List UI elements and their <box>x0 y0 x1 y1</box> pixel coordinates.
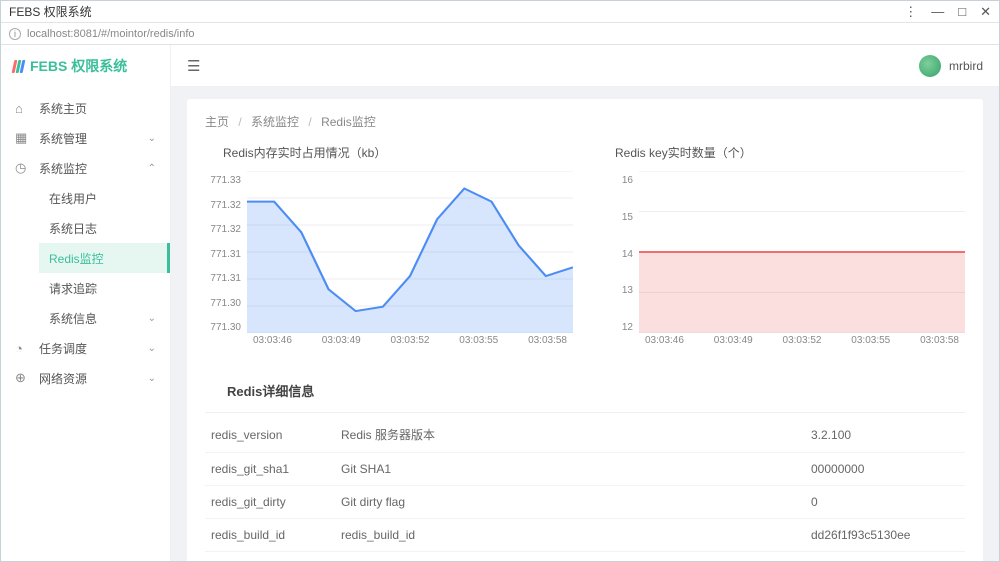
detail-key: redis_version <box>205 417 335 453</box>
menu-system[interactable]: ▦ 系统管理 ⌄ <box>1 123 170 153</box>
window-maximize-icon[interactable]: □ <box>958 4 966 20</box>
info-icon: i <box>9 28 21 40</box>
main-area: ☰ mrbird 主页 / 系统监控 / Redis监控 <box>171 45 999 561</box>
submenu-request-trace[interactable]: 请求追踪 <box>39 273 170 303</box>
menu-monitor[interactable]: ◷ 系统监控 ⌃ <box>1 153 170 183</box>
details-table: redis_version Redis 服务器版本 3.2.100 redis_… <box>205 417 965 561</box>
browser-window: FEBS 权限系统 ⋮ — □ ✕ i localhost:8081/#/moi… <box>0 0 1000 562</box>
charts-row: Redis内存实时占用情况（kb） 771.33771.32771.32771.… <box>205 144 965 351</box>
detail-value: 0 <box>805 486 965 519</box>
chart-memory-xaxis: 03:03:4603:03:4903:03:5203:03:5503:03:58 <box>247 333 573 351</box>
url-text: localhost:8081/#/mointor/redis/info <box>27 28 195 40</box>
chevron-down-icon: ⌄ <box>148 373 156 384</box>
chart-memory: Redis内存实时占用情况（kb） 771.33771.32771.32771.… <box>205 144 573 351</box>
detail-value: 00000000 <box>805 453 965 486</box>
table-row: redis_build_id redis_build_id dd26f1f93c… <box>205 519 965 552</box>
detail-desc: Git dirty flag <box>335 486 805 519</box>
sidebar: FEBS 权限系统 ⌂ 系统主页 ▦ 系统管理 ⌄ ◷ 系统监控 ⌃ <box>1 45 171 561</box>
home-icon: ⌂ <box>15 101 31 116</box>
address-bar[interactable]: i localhost:8081/#/mointor/redis/info <box>1 23 999 45</box>
table-row: redis_mode 运行模式，单机（standalone）或者集群（clust… <box>205 552 965 562</box>
chart-keys-xaxis: 03:03:4603:03:4903:03:5203:03:5503:03:58 <box>639 333 965 351</box>
detail-desc: redis_build_id <box>335 519 805 552</box>
brand-logo[interactable]: FEBS 权限系统 <box>1 45 170 87</box>
grid-icon: ▦ <box>15 130 31 146</box>
detail-value: standalone <box>805 552 965 562</box>
detail-key: redis_mode <box>205 552 335 562</box>
username: mrbird <box>949 59 983 73</box>
submenu-system-info[interactable]: 系统信息⌄ <box>39 303 170 333</box>
chevron-up-icon: ⌃ <box>148 163 156 174</box>
window-titlebar: FEBS 权限系统 ⋮ — □ ✕ <box>1 1 999 23</box>
app-shell: FEBS 权限系统 ⌂ 系统主页 ▦ 系统管理 ⌄ ◷ 系统监控 ⌃ <box>1 45 999 561</box>
content-scroll[interactable]: 主页 / 系统监控 / Redis监控 Redis内存实时占用情况（kb） 77… <box>171 87 999 561</box>
chart-keys-plot: 03:03:4603:03:4903:03:5203:03:5503:03:58 <box>639 171 965 351</box>
submenu-online-users[interactable]: 在线用户 <box>39 183 170 213</box>
details-heading: Redis详细信息 <box>205 371 965 413</box>
chevron-down-icon: ⌄ <box>148 313 156 324</box>
window-minimize-icon[interactable]: — <box>931 4 944 20</box>
menu-network[interactable]: ⊕ 网络资源 ⌄ <box>1 363 170 393</box>
detail-key: redis_build_id <box>205 519 335 552</box>
avatar <box>919 55 941 77</box>
menu-monitor-children: 在线用户 系统日志 Redis监控 请求追踪 系统信息⌄ <box>1 183 170 333</box>
logo-mark-icon <box>13 60 24 73</box>
clock-icon: ◔ <box>15 341 31 356</box>
detail-desc: Redis 服务器版本 <box>335 417 805 453</box>
detail-value: 3.2.100 <box>805 417 965 453</box>
menu-home[interactable]: ⌂ 系统主页 <box>1 93 170 123</box>
crumb-monitor[interactable]: 系统监控 <box>251 115 299 129</box>
chart-keys-title: Redis key实时数量（个） <box>597 144 965 161</box>
crumb-redis: Redis监控 <box>321 115 376 129</box>
globe-icon: ⊕ <box>15 370 31 386</box>
window-title: FEBS 权限系统 <box>9 3 904 20</box>
table-row: redis_git_sha1 Git SHA1 00000000 <box>205 453 965 486</box>
content-card: 主页 / 系统监控 / Redis监控 Redis内存实时占用情况（kb） 77… <box>187 99 983 561</box>
dashboard-icon: ◷ <box>15 160 31 176</box>
chart-memory-yaxis: 771.33771.32771.32771.31771.31771.30771.… <box>205 171 247 351</box>
nav-menu: ⌂ 系统主页 ▦ 系统管理 ⌄ ◷ 系统监控 ⌃ 在线用户 系统日志 Redis… <box>1 87 170 561</box>
submenu-redis-monitor[interactable]: Redis监控 <box>39 243 170 273</box>
brand-text: FEBS 权限系统 <box>30 56 127 76</box>
user-menu[interactable]: mrbird <box>919 55 983 77</box>
topbar: ☰ mrbird <box>171 45 999 87</box>
table-row: redis_version Redis 服务器版本 3.2.100 <box>205 417 965 453</box>
chart-keys-yaxis: 1615141312 <box>597 171 639 351</box>
detail-desc: Git SHA1 <box>335 453 805 486</box>
detail-value: dd26f1f93c5130ee <box>805 519 965 552</box>
chart-memory-title: Redis内存实时占用情况（kb） <box>205 144 573 161</box>
menu-task[interactable]: ◔ 任务调度 ⌄ <box>1 333 170 363</box>
detail-desc: 运行模式，单机（standalone）或者集群（cluster） <box>335 552 805 562</box>
submenu-system-log[interactable]: 系统日志 <box>39 213 170 243</box>
chart-keys: Redis key实时数量（个） 1615141312 03:03:4603:0… <box>597 144 965 351</box>
detail-key: redis_git_dirty <box>205 486 335 519</box>
chart-memory-plot: 03:03:4603:03:4903:03:5203:03:5503:03:58 <box>247 171 573 351</box>
detail-key: redis_git_sha1 <box>205 453 335 486</box>
chevron-down-icon: ⌄ <box>148 133 156 144</box>
window-close-icon[interactable]: ✕ <box>980 4 991 20</box>
chevron-down-icon: ⌄ <box>148 343 156 354</box>
sidebar-toggle-icon[interactable]: ☰ <box>187 57 200 75</box>
breadcrumb: 主页 / 系统监控 / Redis监控 <box>205 113 965 130</box>
menu-dots-icon[interactable]: ⋮ <box>904 4 917 20</box>
crumb-home[interactable]: 主页 <box>205 115 229 129</box>
table-row: redis_git_dirty Git dirty flag 0 <box>205 486 965 519</box>
